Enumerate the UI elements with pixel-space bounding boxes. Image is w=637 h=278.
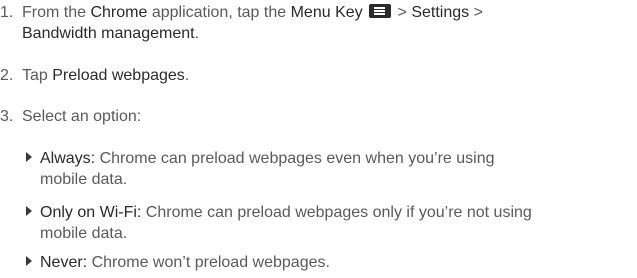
step-text: Select an option:	[22, 108, 142, 125]
option-description: Chrome won’t preload webpages.	[87, 254, 330, 271]
preload-label: Preload webpages	[52, 67, 185, 84]
menu-key-icon	[369, 4, 392, 18]
step-1: 1. From the Chrome application, tap the M…	[0, 2, 630, 44]
step-2: 2. Tap Preload webpages.	[0, 65, 630, 86]
step-number: 2.	[0, 67, 14, 84]
app-name: Chrome	[90, 4, 148, 21]
separator: >	[393, 4, 412, 21]
option-label: Always:	[40, 150, 96, 167]
step-3: 3. Select an option:	[0, 106, 630, 127]
option-always: Always: Chrome can preload webpages even…	[24, 148, 630, 190]
option-label: Never:	[40, 254, 88, 271]
option-never: Never: Chrome won’t preload webpages.	[24, 252, 630, 273]
period: .	[194, 25, 200, 42]
step-text: application, tap the	[147, 4, 291, 21]
option-description-cont: mobile data.	[40, 225, 128, 242]
step-text: From the	[22, 4, 91, 21]
triangle-bullet-icon	[26, 206, 32, 216]
step-text: Tap	[22, 67, 53, 84]
period: .	[184, 67, 190, 84]
triangle-bullet-icon	[26, 152, 32, 162]
step-number: 1.	[0, 4, 14, 21]
option-description: Chrome can preload webpages even when yo…	[95, 150, 495, 167]
option-description-cont: mobile data.	[40, 171, 128, 188]
step-number: 3.	[0, 108, 14, 125]
settings-label: Settings	[411, 4, 470, 21]
option-description: Chrome can preload webpages only if you’…	[141, 204, 532, 221]
separator: >	[469, 4, 483, 21]
triangle-bullet-icon	[26, 256, 32, 266]
bandwidth-label: Bandwidth management	[22, 25, 195, 42]
menu-key-label: Menu Key	[290, 4, 363, 21]
option-label: Only on Wi-Fi:	[40, 204, 142, 221]
option-wifi: Only on Wi-Fi: Chrome can preload webpag…	[24, 202, 630, 244]
